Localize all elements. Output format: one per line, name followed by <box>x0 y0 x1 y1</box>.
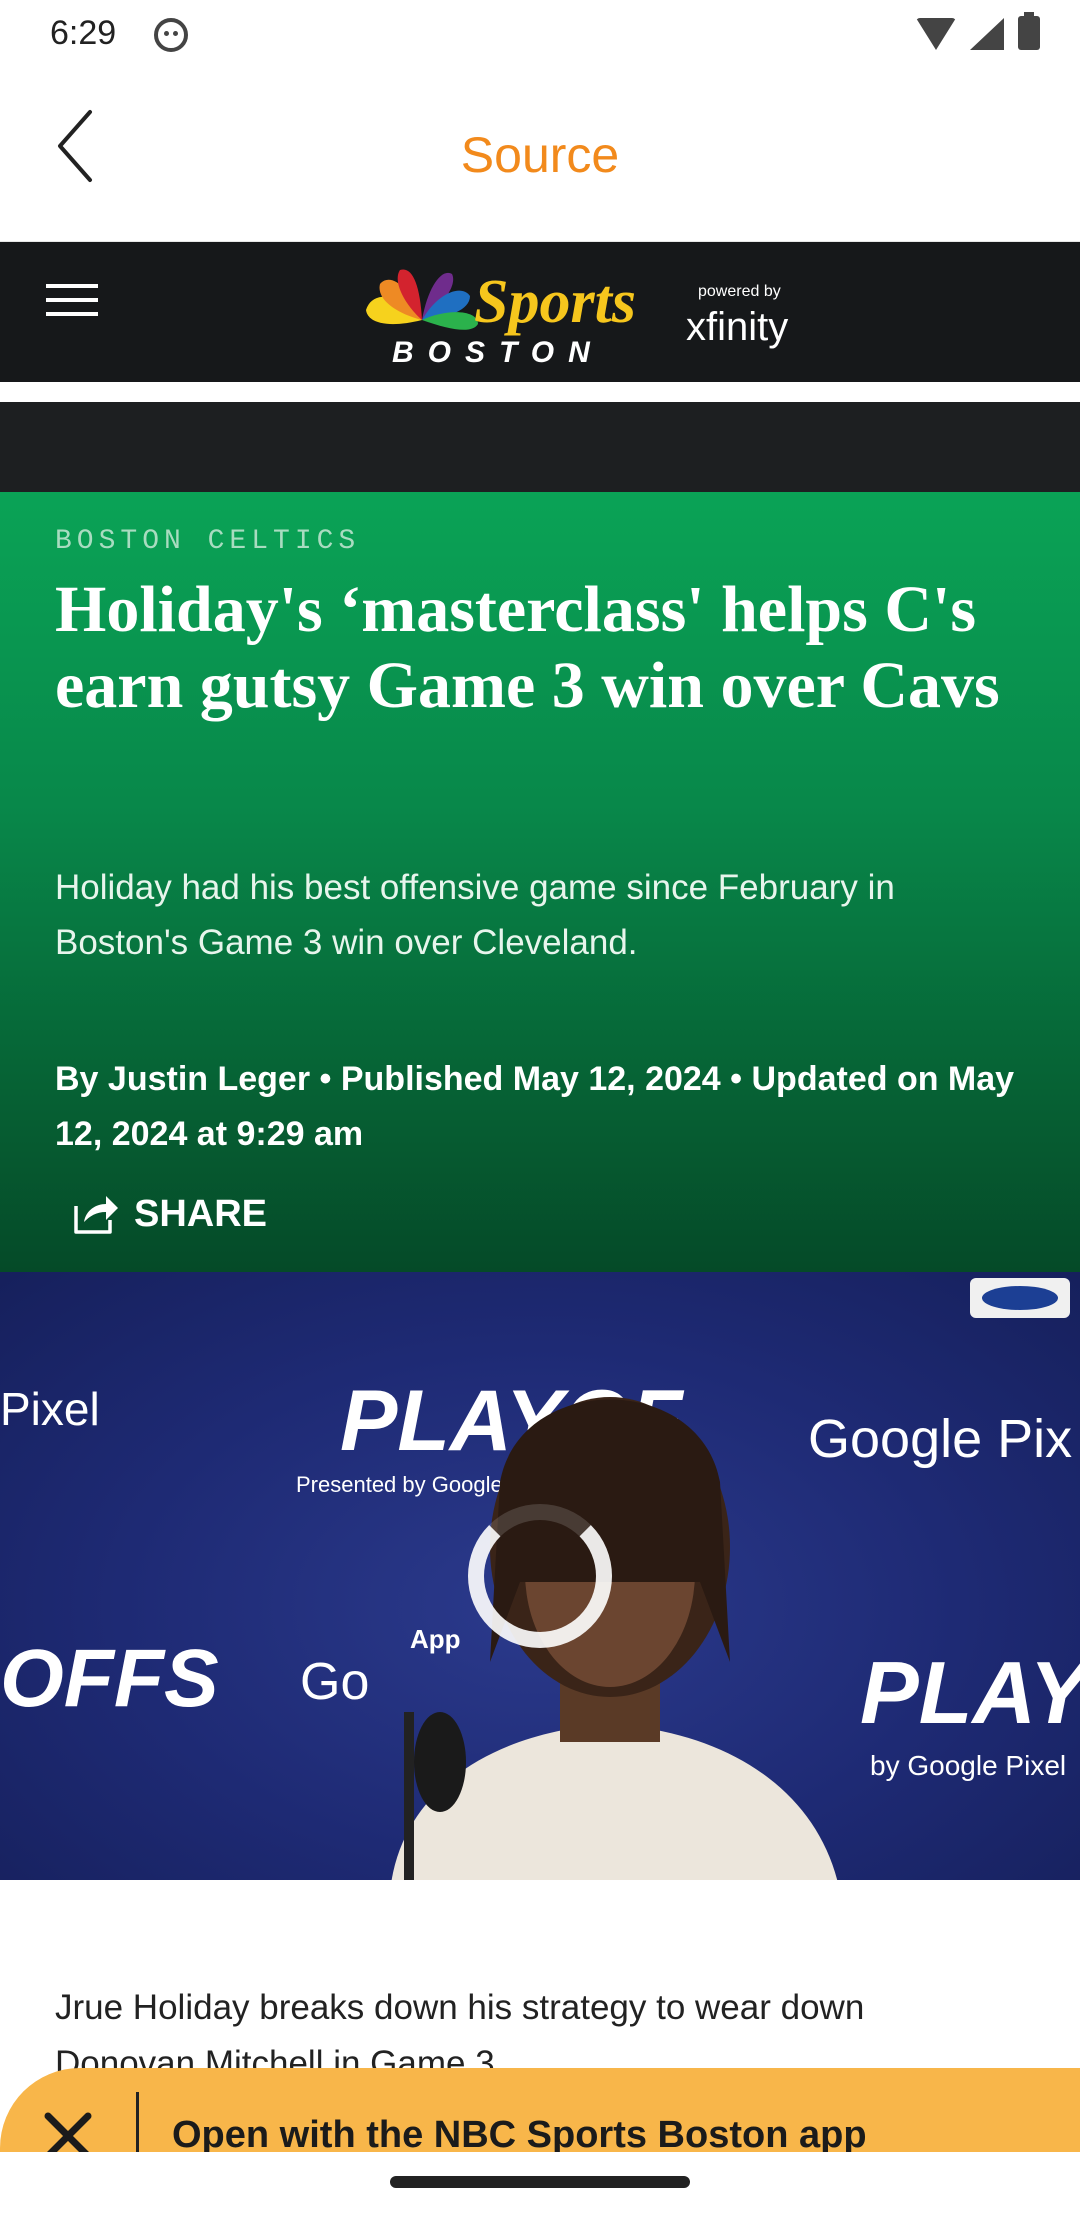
backdrop-text: OFFS <box>0 1633 219 1724</box>
app-header: Source <box>0 66 1080 242</box>
hamburger-menu-icon[interactable] <box>46 284 98 324</box>
cell-signal-icon <box>970 18 1004 50</box>
svg-text:xfinity: xfinity <box>686 305 788 349</box>
svg-text:powered by: powered by <box>698 283 781 300</box>
status-time: 6:29 <box>50 14 117 52</box>
nbc-sports-boston-logo[interactable]: Sports BOSTON powered by xfinity <box>360 262 820 372</box>
svg-text:BOSTON: BOSTON <box>392 336 604 369</box>
share-button[interactable]: SHARE <box>70 1192 267 1236</box>
status-bar: 6:29 <box>0 0 1080 66</box>
article-category[interactable]: BOSTON CELTICS <box>55 526 360 557</box>
close-icon <box>44 2112 92 2158</box>
backdrop-text: PLAYOF <box>860 1643 1080 1742</box>
open-in-app-banner[interactable]: Open with the NBC Sports Boston app <box>0 2068 1080 2158</box>
article-headline: Holiday's ‘masterclass' helps C's earn g… <box>55 573 1000 722</box>
article-byline: By Justin Leger • Published May 12, 2024… <box>55 1060 1015 1153</box>
face-icon <box>154 18 188 52</box>
close-banner-button[interactable] <box>40 2108 100 2158</box>
ad-strip <box>0 402 1080 492</box>
backdrop-text: Go <box>300 1653 370 1711</box>
backdrop-text: by Google Pixel <box>870 1750 1067 1781</box>
nav-divider <box>0 382 1080 402</box>
banner-divider <box>136 2092 139 2158</box>
site-nav: Sports BOSTON powered by xfinity <box>0 242 1080 382</box>
share-icon <box>70 1192 120 1236</box>
player-image <box>391 1397 838 1880</box>
video-player[interactable]: Pixel PLAYOF Presented by Google Pixel G… <box>0 1272 1080 1880</box>
ford-logo <box>970 1278 1070 1318</box>
status-icons <box>916 12 1040 50</box>
battery-icon <box>1018 12 1040 50</box>
svg-text:Sports: Sports <box>474 268 636 336</box>
loading-spinner-icon <box>468 1504 612 1648</box>
peacock-icon <box>366 269 478 330</box>
gesture-navigation <box>0 2152 1080 2220</box>
page-title: Source <box>460 127 620 183</box>
open-in-app-label[interactable]: Open with the NBC Sports Boston app <box>172 2114 867 2157</box>
share-label: SHARE <box>134 1192 268 1235</box>
wifi-icon <box>916 18 956 50</box>
backdrop-text: Pixel <box>0 1383 100 1435</box>
home-gesture-bar[interactable] <box>390 2176 690 2188</box>
article-hero: BOSTON CELTICS Holiday's ‘masterclass' h… <box>0 492 1080 1272</box>
article-summary: Holiday had his best offensive game sinc… <box>55 868 895 962</box>
